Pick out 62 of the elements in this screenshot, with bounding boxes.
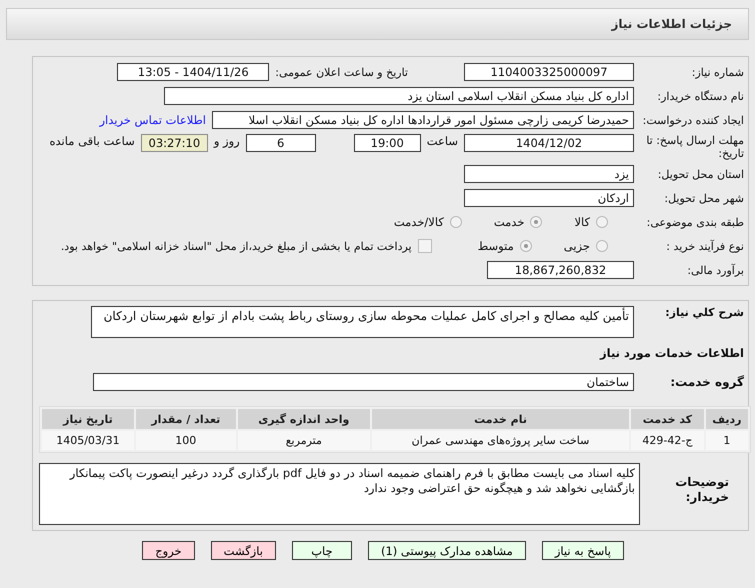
- radio-button[interactable]: [520, 240, 532, 252]
- radio-button[interactable]: [596, 216, 608, 228]
- field-label: تاریخ و ساعت اعلان عمومی:: [275, 66, 408, 78]
- radio-label: کالا/خدمت: [394, 215, 444, 229]
- table-cell: 1: [706, 431, 748, 450]
- radio-label: جزیی: [564, 239, 590, 253]
- action-button[interactable]: خروج: [142, 541, 195, 560]
- remaining-label: ساعت باقی مانده: [50, 134, 135, 148]
- payment-note: پرداخت تمام یا بخشی از مبلغ خرید،از محل "اسناد خزانه اسلامی" خواهد بود.: [60, 240, 412, 252]
- column-header: ردیف: [706, 409, 748, 429]
- budget-field: 18,867,260,832: [487, 261, 634, 279]
- radio-label: متوسط: [478, 239, 514, 253]
- table-cell: ساخت سایر پروژه‌های مهندسی عمران: [372, 431, 630, 450]
- radio-button[interactable]: [596, 240, 608, 252]
- deadline-date-field: 1404/12/02: [464, 134, 634, 152]
- days-field: 6: [246, 134, 316, 152]
- column-header: نام خدمت: [372, 409, 630, 429]
- column-header: کد خدمت: [631, 409, 704, 429]
- page-title: جزئیات اطلاعات نیاز: [611, 17, 732, 31]
- deadline-time-field: 19:00: [354, 134, 421, 152]
- field-label: طبقه بندی موضوعی:: [646, 216, 744, 228]
- table-cell: مترمربع: [238, 431, 370, 450]
- action-button[interactable]: پاسخ به نیاز: [542, 541, 624, 560]
- field-label: نام دستگاه خریدار:: [656, 90, 744, 102]
- description-textarea[interactable]: تأمین کلیه مصالح و اجرای کامل عملیات محوطه سازی روستای رباط پشت بادام از توابع شهرستان اردکان: [91, 306, 634, 338]
- column-header: تاریخ نیاز: [42, 409, 134, 429]
- table-cell: 1405/03/31: [42, 431, 134, 450]
- checkbox[interactable]: [418, 239, 432, 253]
- announce-date-field: 1404/11/26 - 13:05: [117, 63, 270, 81]
- field-label: نوع فرآیند خرید :: [665, 240, 744, 252]
- requester-field: حمیدرضا کریمی زارچی مسئول امور قراردادها اداره کل بنیاد مسکن انقلاب اسلا: [212, 111, 634, 129]
- action-button[interactable]: بازگشت: [210, 541, 276, 560]
- field-label: شهر محل تحویل:: [663, 192, 744, 204]
- province-field: یزد: [464, 165, 634, 183]
- field-label: شرح کلي نياز:: [664, 306, 744, 319]
- table-cell: ج-42-429: [631, 431, 704, 450]
- field-label: گروه خدمت:: [669, 375, 744, 389]
- field-label: توضیحات خریدار:: [674, 475, 729, 505]
- radio-label: کالا: [574, 215, 590, 229]
- field-label: برآورد مالی:: [686, 264, 744, 276]
- action-button[interactable]: مشاهده مدارک پیوستی (1): [368, 541, 526, 560]
- field-label: ایجاد کننده درخواست:: [642, 114, 744, 126]
- contact-link[interactable]: اطلاعات تماس خریدار: [99, 113, 206, 127]
- time-label: ساعت: [426, 134, 458, 148]
- radio-button[interactable]: [530, 216, 542, 228]
- column-header: تعداد / مقدار: [136, 409, 236, 429]
- radio-label: خدمت: [494, 215, 524, 229]
- field-label: شماره نیاز:: [690, 66, 744, 78]
- section-title: اطلاعات خدمات مورد نیاز: [598, 346, 744, 360]
- action-button[interactable]: چاپ: [292, 541, 352, 560]
- notes-textarea[interactable]: کلیه اسناد می بایست مطابق با فرم راهنمای ضمیمه اسناد در دو فایل pdf بارگذاری گردد درغیر اینصورت پاکت پیمانکار بازگشایی نخواهد شد و هیچگونه حق اعتراضی وجود ندارد: [39, 463, 640, 525]
- radio-button[interactable]: [450, 216, 462, 228]
- days-label: روز و: [214, 134, 240, 148]
- field-label: استان محل تحویل:: [656, 168, 744, 180]
- field-label: مهلت ارسال پاسخ: تا تاریخ:: [645, 134, 744, 160]
- need-number-field: 1104003325000097: [464, 63, 634, 81]
- table-cell: 100: [136, 431, 236, 450]
- city-field: اردکان: [464, 189, 634, 207]
- remaining-time-field: 03:27:10: [140, 134, 208, 152]
- column-header: واحد اندازه گیری: [238, 409, 370, 429]
- service-group-field: ساختمان: [93, 373, 634, 391]
- buyer-org-field: اداره کل بنیاد مسکن انقلاب اسلامی استان یزد: [164, 87, 634, 105]
